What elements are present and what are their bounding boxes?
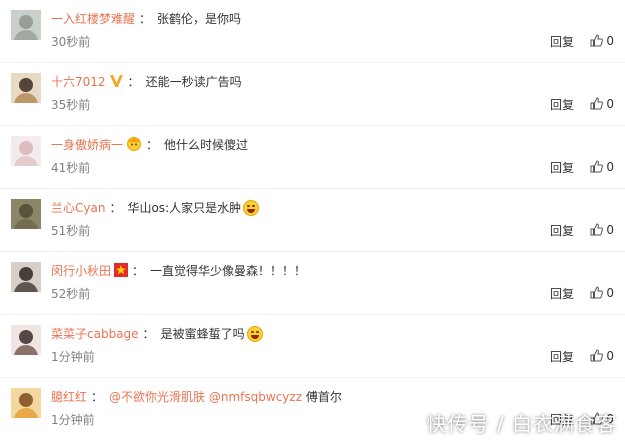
- reply-button[interactable]: 回复: [550, 285, 574, 302]
- timestamp: 1分钟前: [51, 350, 95, 364]
- like-button[interactable]: 0: [590, 159, 614, 175]
- comment-item: 菜菜子cabbage： 是被蜜蜂蜇了吗 1分钟前 回复 0: [0, 315, 625, 378]
- star-icon: [114, 263, 129, 283]
- timestamp: 51秒前: [51, 224, 91, 238]
- like-button[interactable]: 0: [590, 96, 614, 112]
- thumbs-up-icon: [590, 34, 604, 47]
- comment-text: 他什么时候傻过: [164, 138, 249, 152]
- watermark-text: 快传号 / 白衣满食客: [426, 412, 617, 436]
- reply-button[interactable]: 回复: [550, 222, 574, 239]
- like-count: 0: [606, 349, 614, 363]
- comment-item: 兰心Cyan ： 华山os:人家只是水肿 51秒前 回复 0: [0, 189, 625, 252]
- avatar[interactable]: [11, 388, 41, 418]
- avatar[interactable]: [11, 199, 41, 229]
- timestamp: 1分钟前: [51, 413, 95, 427]
- like-count: 0: [606, 97, 614, 111]
- comment-text: 傅首尔: [305, 390, 342, 404]
- mention-link[interactable]: @nmfsqbwcyzz: [209, 390, 302, 404]
- mention-link[interactable]: @不欲你光滑肌肤: [109, 390, 205, 404]
- avatar[interactable]: [11, 73, 41, 103]
- timestamp: 41秒前: [51, 161, 91, 175]
- like-count: 0: [606, 286, 614, 300]
- thumbs-up-icon: [590, 97, 604, 110]
- comment-item: 十六7012 ： 还能一秒读广告吗 35秒前 回复 0: [0, 63, 625, 126]
- like-count: 0: [606, 223, 614, 237]
- separator-colon: ：: [91, 390, 104, 404]
- comment-text: 华山os:人家只是水肿: [127, 201, 242, 215]
- reply-button[interactable]: 回复: [550, 33, 574, 50]
- reply-button[interactable]: 回复: [550, 96, 574, 113]
- avatar[interactable]: [11, 136, 41, 166]
- laughing-emoji-icon: [243, 200, 260, 216]
- comment-text: 一直觉得华少像曼森！！！！: [150, 264, 307, 278]
- separator-colon: ：: [142, 327, 155, 341]
- like-button[interactable]: 0: [590, 33, 614, 49]
- thumbs-up-icon: [590, 223, 604, 236]
- comment-item: 闵行小秋田 ： 一直觉得华少像曼森！！！！ 52秒前 回复 0: [0, 252, 625, 315]
- avatar[interactable]: [11, 10, 41, 40]
- like-button[interactable]: 0: [590, 285, 614, 301]
- username-link[interactable]: 臆红红: [51, 390, 87, 404]
- like-button[interactable]: 0: [590, 222, 614, 238]
- timestamp: 52秒前: [51, 287, 91, 301]
- timestamp: 30秒前: [51, 35, 91, 49]
- comment-item: 一入红楼梦难醒 ： 张鹤伦，是你吗 30秒前 回复 0: [0, 0, 625, 63]
- verified-v-icon: [109, 74, 124, 94]
- thumbs-up-icon: [590, 160, 604, 173]
- separator-colon: ：: [109, 201, 122, 215]
- username-link[interactable]: 一身傲娇病一: [51, 138, 123, 152]
- reply-button[interactable]: 回复: [550, 348, 574, 365]
- comment-text: 是被蜜蜂蜇了吗: [160, 327, 245, 341]
- username-link[interactable]: 一入红楼梦难醒: [51, 12, 135, 26]
- thumbs-up-icon: [590, 349, 604, 362]
- thumbs-up-icon: [590, 286, 604, 299]
- username-link[interactable]: 菜菜子cabbage: [51, 327, 139, 341]
- username-link[interactable]: 兰心Cyan: [51, 201, 105, 215]
- crown-emoji-icon: [126, 135, 142, 157]
- comment-text: 张鹤伦，是你吗: [157, 12, 242, 26]
- comment-item: 一身傲娇病一 ： 他什么时候傻过 41秒前 回复 0: [0, 126, 625, 189]
- like-button[interactable]: 0: [590, 348, 614, 364]
- comment-text: 还能一秒读广告吗: [145, 75, 242, 89]
- reply-button[interactable]: 回复: [550, 159, 574, 176]
- username-link[interactable]: 闵行小秋田: [51, 264, 111, 278]
- separator-colon: ：: [132, 264, 145, 278]
- separator-colon: ：: [127, 75, 140, 89]
- avatar[interactable]: [11, 325, 41, 355]
- like-count: 0: [606, 160, 614, 174]
- comment-list: 一入红楼梦难醒 ： 张鹤伦，是你吗 30秒前 回复 0 十六7012 ： 还能一秒读广告…: [0, 0, 625, 440]
- separator-colon: ：: [146, 138, 159, 152]
- separator-colon: ：: [139, 12, 152, 26]
- avatar[interactable]: [11, 262, 41, 292]
- like-count: 0: [606, 34, 614, 48]
- timestamp: 35秒前: [51, 98, 91, 112]
- username-link[interactable]: 十六7012: [51, 75, 106, 89]
- laughing-emoji-icon: [246, 326, 263, 342]
